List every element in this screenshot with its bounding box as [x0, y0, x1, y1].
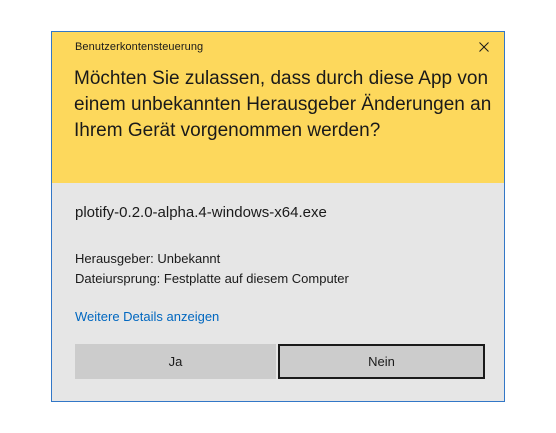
dialog-header: Benutzerkontensteuerung Möchten Sie zula…	[52, 32, 504, 183]
app-name: plotify-0.2.0-alpha.4-windows-x64.exe	[75, 204, 327, 221]
yes-button[interactable]: Ja	[75, 344, 276, 379]
dialog-caption: Benutzerkontensteuerung	[75, 41, 204, 53]
close-icon	[479, 42, 489, 52]
no-button[interactable]: Nein	[278, 344, 485, 379]
file-origin-text: Dateiursprung: Festplatte auf diesem Com…	[75, 271, 349, 286]
uac-dialog: Benutzerkontensteuerung Möchten Sie zula…	[51, 31, 505, 402]
dialog-question: Möchten Sie zulassen, dass durch diese A…	[74, 68, 492, 141]
close-button[interactable]	[470, 34, 498, 60]
publisher-text: Herausgeber: Unbekannt	[75, 251, 221, 266]
app-details: Herausgeber: Unbekannt Dateiursprung: Fe…	[75, 249, 349, 289]
show-details-link[interactable]: Weitere Details anzeigen	[75, 309, 219, 324]
